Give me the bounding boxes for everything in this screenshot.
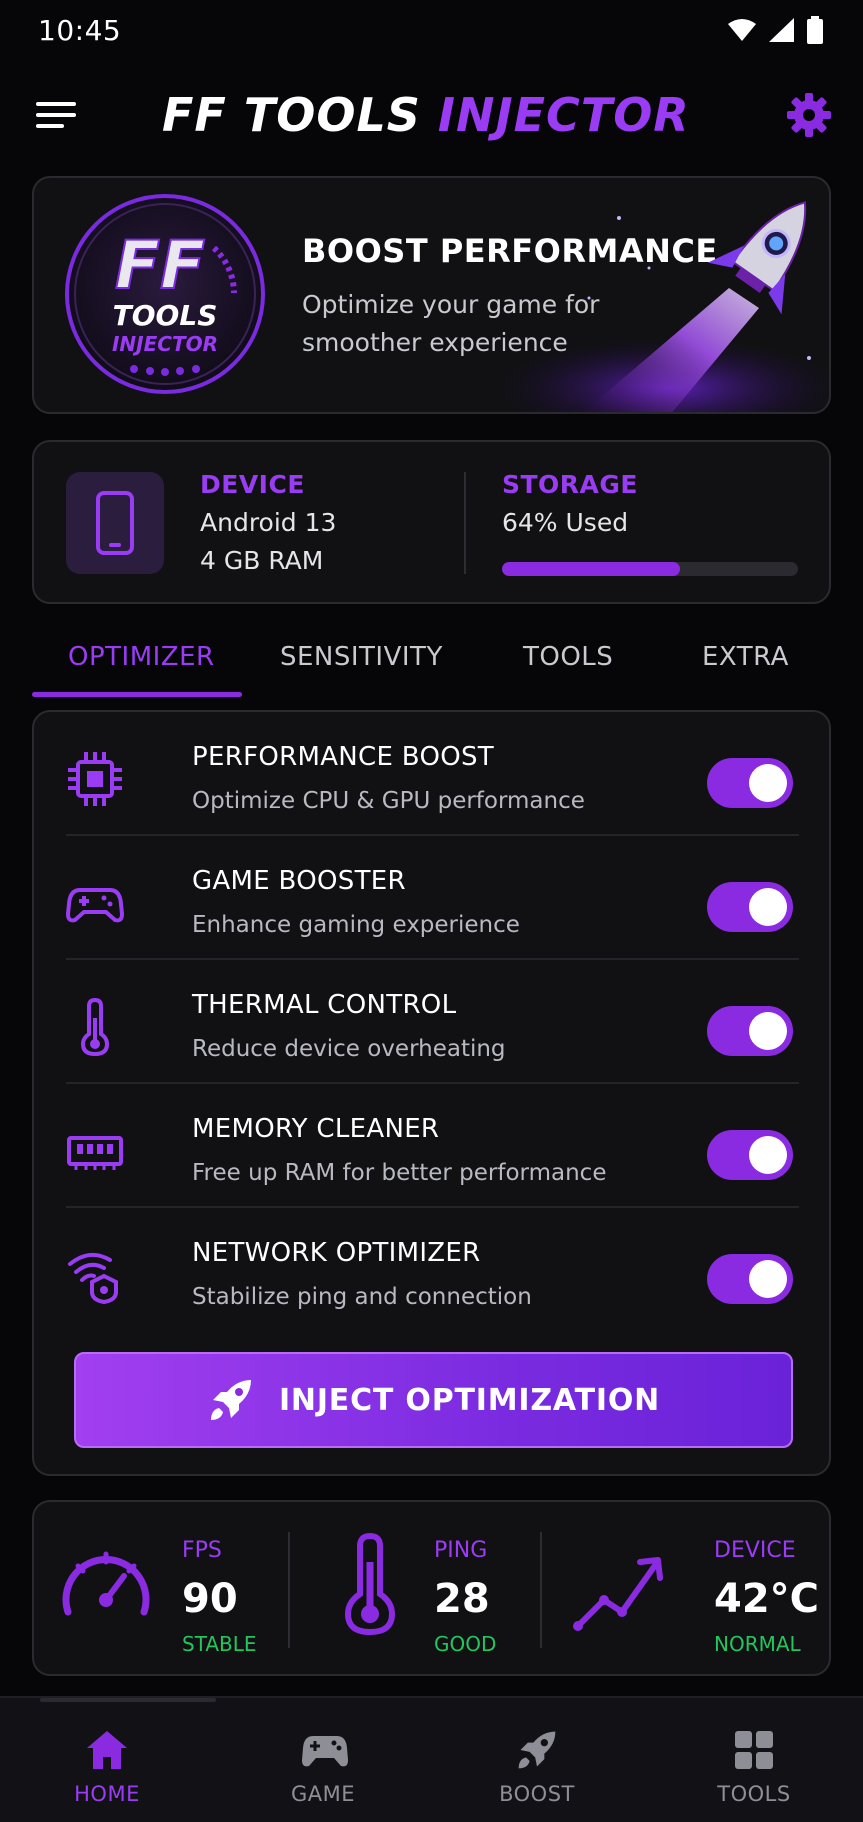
stat-label: PING: [434, 1538, 488, 1563]
stat-value: 90: [182, 1576, 238, 1622]
grid-icon: [735, 1731, 773, 1769]
stat-value: 42°C: [714, 1576, 820, 1622]
status-bar: 10:45: [0, 0, 863, 60]
memory-cleaner-toggle[interactable]: [707, 1130, 793, 1180]
app-header: FF TOOLS INJECTOR: [0, 70, 863, 160]
rocket-icon: [518, 1731, 556, 1769]
storage-progress-fill: [502, 562, 680, 576]
divider: [288, 1532, 290, 1648]
tab-extra[interactable]: EXTRA: [702, 642, 789, 672]
menu-icon[interactable]: [36, 98, 78, 132]
divider: [464, 472, 466, 574]
list-item: NETWORK OPTIMIZER Stabilize ping and con…: [66, 1208, 799, 1332]
stat-status: GOOD: [434, 1632, 497, 1656]
option-title: NETWORK OPTIMIZER: [192, 1238, 481, 1268]
list-item: GAME BOOSTER Enhance gaming experience: [66, 836, 799, 960]
nav-home[interactable]: HOME: [37, 1698, 177, 1822]
hero-banner: FF TOOLS INJECTOR BOOST PERFORMANCE Opti…: [32, 176, 831, 414]
nav-label: TOOLS: [717, 1782, 791, 1806]
network-optimizer-toggle[interactable]: [707, 1254, 793, 1304]
option-title: GAME BOOSTER: [192, 866, 406, 896]
divider: [540, 1532, 542, 1648]
stat-value: 28: [434, 1576, 490, 1622]
app-title-part1: FF TOOLS: [162, 88, 421, 142]
status-time: 10:45: [38, 13, 122, 47]
nav-label: HOME: [74, 1782, 140, 1806]
app-title-part2: INJECTOR: [437, 88, 690, 142]
game-booster-toggle[interactable]: [707, 882, 793, 932]
optimizer-card: PERFORMANCE BOOST Optimize CPU & GPU per…: [32, 710, 831, 1476]
nav-label: GAME: [290, 1782, 356, 1806]
cpu-icon: [68, 752, 122, 806]
inject-button-label: INJECT OPTIMIZATION: [278, 1382, 661, 1418]
option-title: PERFORMANCE BOOST: [192, 742, 494, 772]
storage-text: 64% Used: [502, 508, 629, 537]
bottom-nav: HOME GAME BOOST TOOLS: [0, 1696, 863, 1822]
app-logo: FF TOOLS INJECTOR: [65, 194, 265, 394]
stats-card: FPS 90 STABLE PING 28 GOOD DEVICE 42°C N…: [32, 1500, 831, 1676]
rocket-illustration: [499, 201, 829, 412]
nav-label: BOOST: [499, 1782, 575, 1806]
list-item: MEMORY CLEANER Free up RAM for better pe…: [66, 1084, 799, 1208]
network-icon: [68, 1252, 118, 1304]
speedometer-icon: [62, 1551, 150, 1616]
gamepad-icon: [66, 888, 124, 923]
gamepad-icon: [302, 1736, 348, 1767]
home-icon: [87, 1731, 127, 1769]
nav-tools[interactable]: TOOLS: [684, 1698, 824, 1822]
phone-icon-box: [66, 472, 164, 574]
trend-icon: [573, 1557, 663, 1631]
svg-text:TOOLS: TOOLS: [113, 299, 218, 332]
storage-progress-bar: [502, 562, 798, 576]
tab-active-indicator: [32, 692, 242, 697]
thermal-control-toggle[interactable]: [707, 1006, 793, 1056]
option-title: THERMAL CONTROL: [192, 990, 457, 1020]
signal-icon: [769, 18, 794, 42]
thermometer-icon: [80, 998, 110, 1056]
app-title: FF TOOLS INJECTOR: [162, 88, 690, 142]
svg-text:INJECTOR: INJECTOR: [112, 332, 218, 356]
inject-optimization-button[interactable]: INJECT OPTIMIZATION: [74, 1352, 793, 1448]
phone-icon: [96, 491, 134, 555]
list-item: THERMAL CONTROL Reduce device overheatin…: [66, 960, 799, 1084]
stat-status: NORMAL: [714, 1632, 801, 1656]
tab-sensitivity[interactable]: SENSITIVITY: [280, 642, 443, 672]
device-ram: 4 GB RAM: [200, 546, 324, 575]
option-subtitle: Free up RAM for better performance: [192, 1160, 607, 1186]
stat-label: DEVICE: [714, 1538, 796, 1563]
option-subtitle: Enhance gaming experience: [192, 912, 520, 938]
thermometer-icon: [344, 1532, 396, 1636]
performance-boost-toggle[interactable]: [707, 758, 793, 808]
nav-game[interactable]: GAME: [253, 1698, 393, 1822]
option-title: MEMORY CLEANER: [192, 1114, 440, 1144]
nav-boost[interactable]: BOOST: [467, 1698, 607, 1822]
device-os: Android 13: [200, 508, 337, 537]
option-subtitle: Stabilize ping and connection: [192, 1284, 532, 1310]
rocket-icon: [210, 1380, 251, 1420]
storage-label: STORAGE: [502, 470, 639, 499]
wifi-icon: [728, 19, 756, 41]
stat-status: STABLE: [182, 1632, 257, 1656]
device-info-card: DEVICE Android 13 4 GB RAM STORAGE 64% U…: [32, 440, 831, 604]
tab-tools[interactable]: TOOLS: [523, 642, 613, 672]
tab-optimizer[interactable]: OPTIMIZER: [68, 642, 215, 672]
gear-icon[interactable]: [785, 91, 833, 139]
memory-icon: [67, 1136, 123, 1170]
tab-bar: OPTIMIZER SENSITIVITY TOOLS EXTRA: [32, 630, 831, 700]
status-icons: [727, 16, 823, 44]
battery-icon: [807, 16, 823, 44]
option-subtitle: Reduce device overheating: [192, 1036, 506, 1062]
device-label: DEVICE: [200, 470, 305, 499]
svg-text:FF: FF: [115, 227, 205, 304]
list-item: PERFORMANCE BOOST Optimize CPU & GPU per…: [66, 712, 799, 836]
option-subtitle: Optimize CPU & GPU performance: [192, 788, 585, 814]
stat-label: FPS: [182, 1538, 222, 1563]
